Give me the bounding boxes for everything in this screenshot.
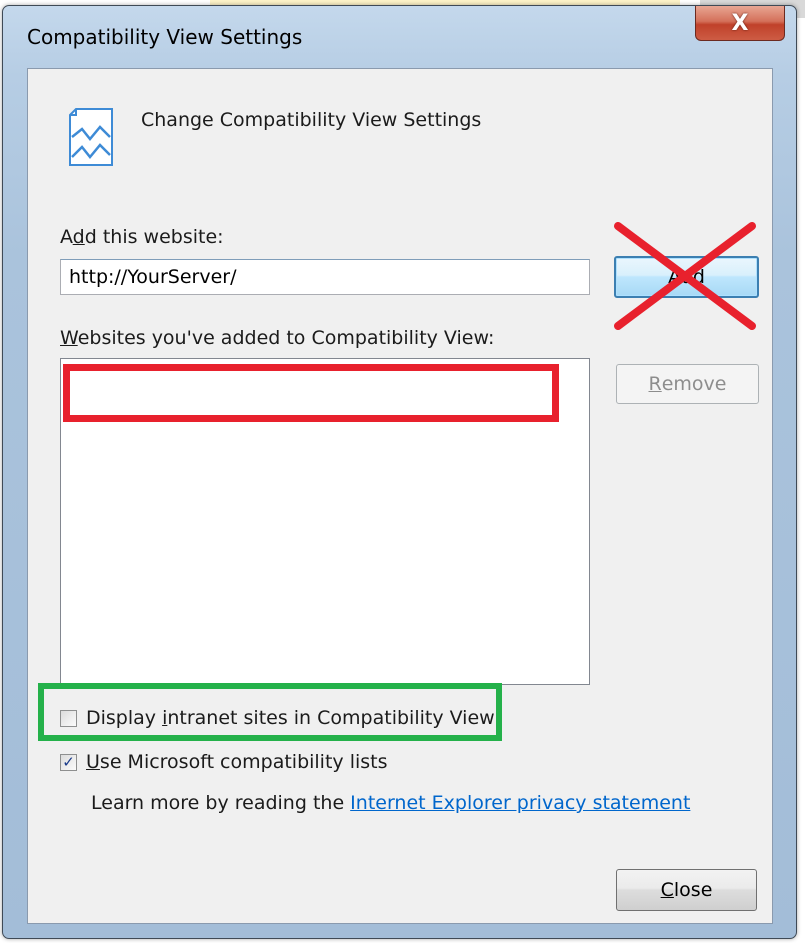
close-icon[interactable]: X [695,6,785,41]
websites-list-label: Websites you've added to Compatibility V… [60,327,495,349]
window-title: Compatibility View Settings [27,25,303,49]
ms-lists-option[interactable]: ✓ Use Microsoft compatibility lists [60,751,388,773]
green-highlight-box [38,683,502,741]
add-website-label: Add this website: [60,226,224,248]
red-cross-out-icon [614,222,756,330]
ms-lists-label: Use Microsoft compatibility lists [86,751,388,773]
website-url-input[interactable] [60,259,590,295]
red-highlight-box [63,364,559,422]
ms-lists-checkbox[interactable]: ✓ [60,753,77,771]
remove-button[interactable]: Remove [616,364,759,404]
learn-more-text: Learn more by reading the Internet Explo… [91,792,691,814]
dialog-window: Compatibility View Settings X Change Com… [2,5,797,939]
compatibility-view-icon [69,108,113,166]
checkmark-icon: ✓ [62,753,75,771]
close-button[interactable]: Close [616,869,757,911]
dialog-client-area: Change Compatibility View Settings Add t… [27,68,773,924]
privacy-statement-link[interactable]: Internet Explorer privacy statement [350,792,690,814]
header-title: Change Compatibility View Settings [141,109,482,131]
